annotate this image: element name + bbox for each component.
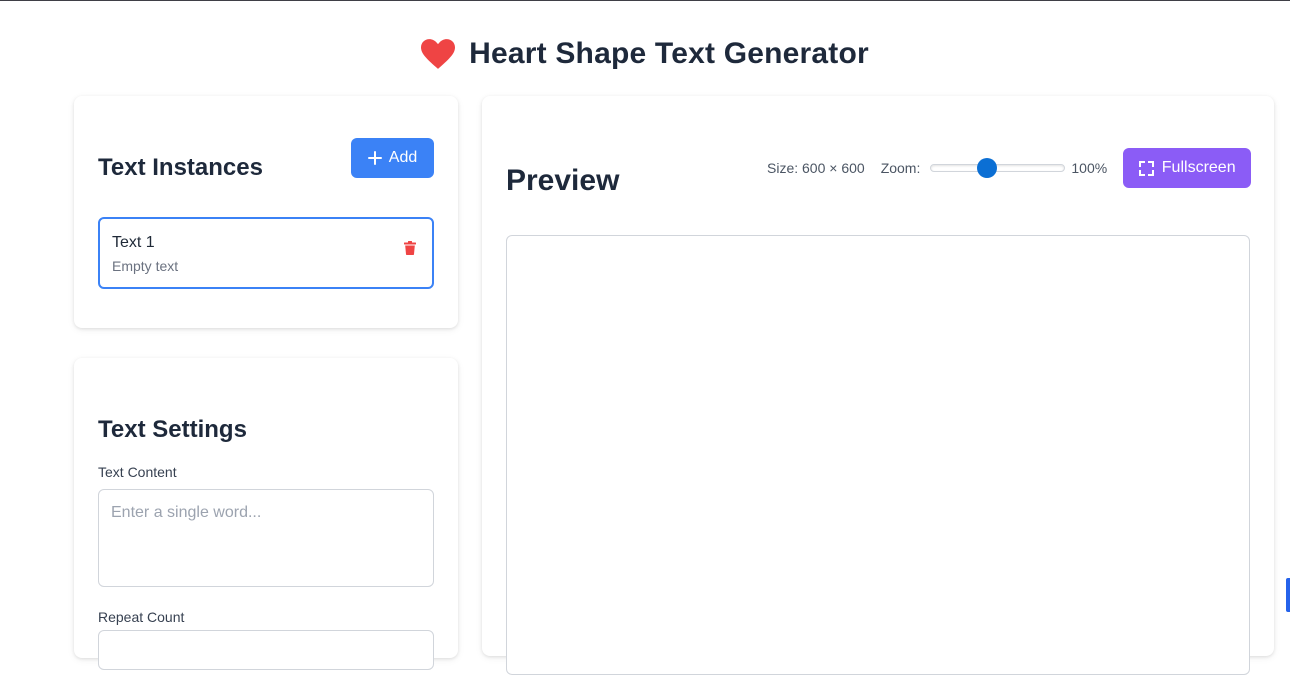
canvas-size-text: Size: 600 × 600 — [767, 160, 865, 176]
zoom-label: Zoom: — [880, 160, 921, 176]
heart-icon — [421, 39, 456, 69]
text-instances-panel: Text Instances Add Text 1 Empty text — [74, 96, 458, 328]
expand-icon — [1138, 160, 1154, 176]
repeat-count-label: Repeat Count — [98, 609, 185, 625]
edge-tab[interactable] — [1286, 578, 1290, 612]
fullscreen-label: Fullscreen — [1161, 159, 1236, 176]
preview-canvas[interactable] — [506, 235, 1250, 675]
zoom-value: 100% — [1071, 160, 1108, 176]
preview-title: Preview — [506, 164, 620, 197]
instance-item[interactable]: Text 1 Empty text — [98, 217, 434, 289]
zoom-slider-thumb[interactable] — [977, 158, 998, 178]
add-button-label: Add — [388, 149, 418, 166]
instance-subtitle: Empty text — [112, 258, 179, 274]
app-header: Heart Shape Text Generator — [0, 34, 1290, 74]
zoom-slider[interactable] — [930, 158, 1066, 178]
zoom-slider-track — [930, 164, 1066, 172]
plus-icon — [367, 151, 382, 165]
top-border — [0, 0, 1290, 1]
text-instances-title: Text Instances — [98, 154, 263, 181]
text-settings-panel: Text Settings Text Content Repeat Count — [74, 358, 458, 670]
trash-icon[interactable] — [404, 241, 416, 255]
instance-name: Text 1 — [112, 234, 155, 251]
preview-panel: Preview Size: 600 × 600 Zoom: 100% Fulls… — [482, 96, 1274, 675]
add-instance-button[interactable]: Add — [351, 138, 434, 178]
page-title: Heart Shape Text Generator — [469, 37, 869, 70]
text-content-label: Text Content — [98, 464, 177, 480]
text-settings-title: Text Settings — [98, 416, 247, 443]
text-content-input[interactable] — [98, 489, 434, 587]
preview-controls: Size: 600 × 600 Zoom: 100% Fullscreen — [767, 148, 1252, 188]
repeat-count-input[interactable] — [98, 630, 434, 670]
fullscreen-button[interactable]: Fullscreen — [1123, 148, 1252, 188]
